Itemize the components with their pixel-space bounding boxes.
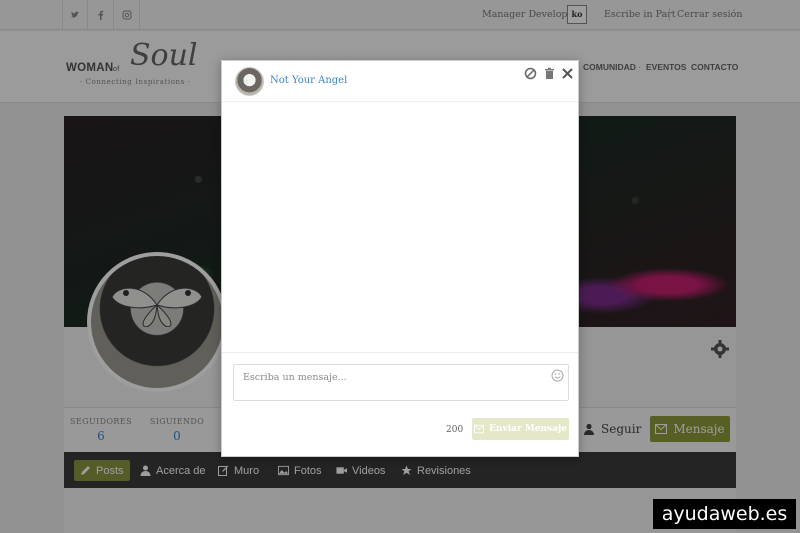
chat-recipient-name[interactable]: Not Your Angel bbox=[270, 75, 347, 86]
envelope-icon bbox=[474, 424, 485, 434]
chat-modal: Not Your Angel 200 Enviar Mensaje bbox=[221, 60, 579, 457]
message-history[interactable] bbox=[222, 102, 578, 353]
send-message-label: Enviar Mensaje bbox=[489, 424, 567, 434]
trash-icon[interactable] bbox=[543, 67, 556, 80]
close-icon[interactable] bbox=[561, 67, 574, 80]
character-counter: 200 bbox=[446, 425, 464, 435]
block-icon[interactable] bbox=[524, 67, 537, 80]
message-input[interactable] bbox=[233, 364, 569, 401]
emoji-icon[interactable] bbox=[551, 369, 564, 382]
watermark: ayudaweb.es bbox=[653, 499, 796, 529]
chat-header: Not Your Angel bbox=[222, 61, 578, 102]
send-message-button[interactable]: Enviar Mensaje bbox=[472, 418, 569, 440]
chat-avatar[interactable] bbox=[235, 67, 264, 96]
